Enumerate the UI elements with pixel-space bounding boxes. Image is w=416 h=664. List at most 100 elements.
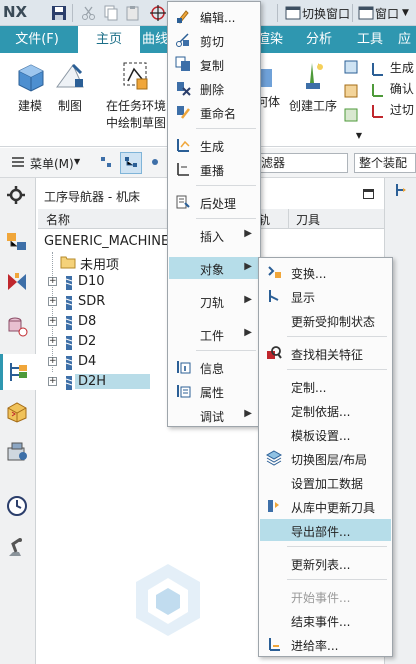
menu-item-delete[interactable]: 删除 bbox=[169, 77, 259, 99]
submenu-item-template-settings[interactable]: 模板设置... bbox=[260, 423, 391, 445]
drafting-icon bbox=[56, 63, 84, 88]
submenu-item-update-list[interactable]: 更新列表... bbox=[260, 552, 391, 574]
menu-separator bbox=[287, 579, 387, 580]
operation-navigator-icon[interactable] bbox=[0, 354, 36, 390]
tool-arrow-icon[interactable] bbox=[393, 182, 409, 201]
machining-feature-icon[interactable] bbox=[5, 440, 31, 466]
select-icon[interactable] bbox=[98, 154, 114, 173]
submenu-item-customize-by[interactable]: 定制依据... bbox=[260, 399, 391, 421]
copy-icon[interactable] bbox=[102, 4, 120, 22]
tab-home[interactable]: 主页 bbox=[78, 26, 140, 53]
create-operation-label: 创建工序 bbox=[288, 99, 337, 113]
drafting-button[interactable]: 制图 bbox=[50, 59, 90, 114]
copy-icon bbox=[175, 56, 191, 72]
ribbon-expand-icon[interactable]: ▼ bbox=[354, 131, 364, 140]
submenu-item-find-feature[interactable]: 查找相关特征 bbox=[260, 342, 391, 364]
cut-icon[interactable] bbox=[80, 4, 98, 22]
part-navigator-icon[interactable] bbox=[5, 314, 31, 340]
switch-window-button[interactable]: 切换窗口 bbox=[302, 5, 350, 22]
create-operation-button[interactable]: 创建工序 bbox=[284, 59, 342, 114]
submenu-item-export-part[interactable]: 导出部件... bbox=[260, 519, 391, 541]
column-tool[interactable]: 刀具 bbox=[296, 211, 320, 228]
feedrate-icon bbox=[266, 636, 282, 652]
expand-icon[interactable]: + bbox=[48, 297, 57, 306]
modeling-label: 建模 bbox=[17, 99, 42, 113]
ribbon-small-icon-1[interactable] bbox=[343, 59, 359, 78]
column-name[interactable]: 名称 bbox=[46, 211, 70, 228]
menu-separator bbox=[287, 546, 387, 547]
menu-item-debug[interactable]: 调试 ▶ bbox=[169, 404, 259, 426]
menu-item-copy[interactable]: 复制 bbox=[169, 53, 259, 75]
expand-icon[interactable]: + bbox=[48, 277, 57, 286]
column-divider bbox=[288, 209, 289, 229]
menu-item-toolpath[interactable]: 刀轨 ▶ bbox=[169, 290, 259, 312]
menu-item-postprocess[interactable]: 后处理 bbox=[169, 191, 259, 213]
menu-item-edit[interactable]: 编辑... bbox=[169, 5, 259, 27]
delete-icon bbox=[175, 80, 191, 96]
window-menu[interactable]: 窗口 bbox=[375, 5, 399, 22]
expand-icon[interactable]: + bbox=[48, 377, 57, 386]
assembly-navigator-icon[interactable] bbox=[5, 230, 31, 256]
history-clock-icon[interactable] bbox=[5, 494, 31, 520]
tool-label: D2 bbox=[78, 334, 97, 349]
select-mode-icon[interactable] bbox=[120, 152, 142, 174]
chevron-down-icon[interactable]: ▼ bbox=[74, 157, 80, 166]
paste-icon[interactable] bbox=[124, 4, 142, 22]
expand-icon[interactable]: + bbox=[48, 357, 57, 366]
generate-toolpath-button[interactable]: 生成 bbox=[370, 59, 416, 77]
submenu-item-customize[interactable]: 定制... bbox=[260, 375, 391, 397]
window-icon bbox=[357, 4, 375, 22]
submenu-item-toggle-layer[interactable]: 切换图层/布局 bbox=[260, 447, 391, 469]
gouge-check-button[interactable]: 过切 bbox=[370, 101, 416, 119]
submenu-item-update-from-library[interactable]: 从库中更新刀具 bbox=[260, 495, 391, 517]
expand-icon[interactable]: + bbox=[48, 337, 57, 346]
menu-item-properties[interactable]: 属性 bbox=[169, 380, 259, 402]
save-icon[interactable] bbox=[50, 4, 68, 22]
verify-toolpath-button[interactable]: 确认 bbox=[370, 80, 416, 98]
root-label: GENERIC_MACHINE bbox=[44, 234, 170, 249]
menu-item-object[interactable]: 对象 ▶ bbox=[169, 257, 259, 279]
expand-icon[interactable]: + bbox=[48, 317, 57, 326]
chevron-down-icon[interactable]: ▼ bbox=[402, 8, 409, 18]
ribbon-small-icon-3[interactable] bbox=[343, 107, 359, 126]
constraint-navigator-icon[interactable] bbox=[5, 270, 31, 296]
menu-item-insert[interactable]: 插入 ▶ bbox=[169, 224, 259, 246]
settings-gear-icon[interactable] bbox=[5, 184, 31, 210]
submenu-item-display[interactable]: 显示 bbox=[260, 285, 391, 307]
rename-icon bbox=[175, 104, 191, 120]
tab-file[interactable]: 文件(F) bbox=[0, 26, 74, 53]
submenu-item-machining-data[interactable]: 设置加工数据 bbox=[260, 471, 391, 493]
menu-item-label: 后处理 bbox=[200, 197, 237, 211]
ribbon-small-icon-2[interactable] bbox=[343, 83, 359, 102]
machine-navigator-icon[interactable] bbox=[5, 400, 31, 426]
menu-item-generate[interactable]: 生成 bbox=[169, 134, 259, 156]
menu-item-label: 重命名 bbox=[200, 107, 237, 121]
menu-item-cut[interactable]: 剪切 bbox=[169, 29, 259, 51]
menu-item-rename[interactable]: 重命名 bbox=[169, 101, 259, 123]
assembly-filter-combo[interactable]: 整个装配 bbox=[354, 153, 416, 173]
maximize-icon[interactable] bbox=[363, 189, 374, 199]
verify-icon bbox=[372, 83, 383, 97]
tool-label: D8 bbox=[78, 314, 97, 329]
modeling-button[interactable]: 建模 bbox=[8, 59, 52, 114]
snap-icon[interactable] bbox=[149, 4, 167, 22]
menu-item-info[interactable]: 信息 bbox=[169, 356, 259, 378]
submenu-item-end-event[interactable]: 结束事件... bbox=[260, 609, 391, 631]
menu-item-workpiece[interactable]: 工件 ▶ bbox=[169, 323, 259, 345]
sketch-label-line1: 在任务环境 bbox=[105, 99, 166, 113]
menu-item-replay[interactable]: 重播 bbox=[169, 158, 259, 180]
submenu-item-update-suppressed[interactable]: 更新受抑制状态 bbox=[260, 309, 391, 331]
submenu-item-label: 开始事件... bbox=[291, 591, 351, 605]
tab-tools[interactable]: 工具 bbox=[348, 26, 392, 53]
robot-simulation-icon[interactable] bbox=[5, 536, 31, 562]
menu-button[interactable]: 菜单(M) bbox=[30, 155, 74, 172]
tab-analysis[interactable]: 分析 bbox=[296, 26, 342, 53]
submenu-item-feedrate[interactable]: 进给率... bbox=[260, 633, 391, 655]
submenu-item-transform[interactable]: 变换... bbox=[260, 261, 391, 283]
type-filter-combo[interactable]: 滤器 bbox=[256, 153, 348, 173]
menu-separator bbox=[196, 350, 256, 351]
sketch-in-task-button[interactable]: 在任务环境 中绘制草图 bbox=[98, 59, 174, 131]
tab-application[interactable]: 应 bbox=[398, 26, 416, 53]
submenu-arrow-icon: ▶ bbox=[244, 294, 252, 305]
filter-icon[interactable] bbox=[150, 154, 166, 173]
